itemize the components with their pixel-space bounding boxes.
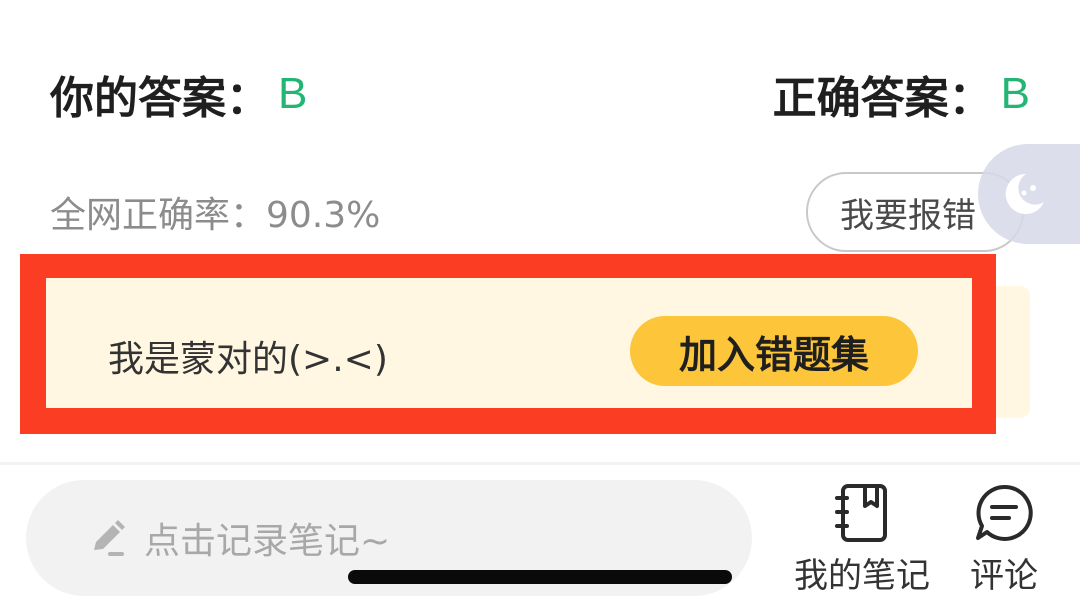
correct-answer: 正确答案： B (773, 62, 1030, 126)
comments-button[interactable]: 评论 (962, 482, 1046, 597)
notebook-icon (835, 484, 887, 542)
home-indicator (348, 570, 732, 584)
answer-row: 你的答案： B 正确答案： B (50, 62, 1030, 126)
my-notes-button[interactable]: 我的笔记 (790, 482, 934, 597)
my-notes-label: 我的笔记 (794, 556, 930, 596)
night-mode-toggle[interactable] (978, 144, 1080, 244)
correct-answer-label: 正确答案： (772, 73, 993, 124)
guessed-correct-text: 我是蒙对的(>.<) (108, 339, 388, 380)
report-error-label: 我要报错 (840, 195, 976, 236)
correct-answer-value: B (1000, 69, 1030, 118)
add-to-wrong-set-label: 加入错题集 (678, 332, 869, 377)
comment-icon (976, 484, 1033, 541)
your-answer-value: B (278, 69, 308, 118)
pencil-icon (94, 520, 125, 556)
comments-label: 评论 (970, 556, 1038, 596)
your-answer-label: 你的答案： (50, 73, 270, 124)
your-answer: 你的答案： B (50, 62, 307, 126)
guess-banner-edge (996, 286, 1030, 418)
moon-icon (1005, 173, 1044, 214)
note-placeholder: 点击记录笔记~ (144, 521, 391, 562)
accuracy-rate: 全网正确率：90.3% (50, 195, 381, 236)
add-to-wrong-set-button[interactable]: 加入错题集 (630, 316, 918, 386)
divider (0, 462, 1080, 465)
